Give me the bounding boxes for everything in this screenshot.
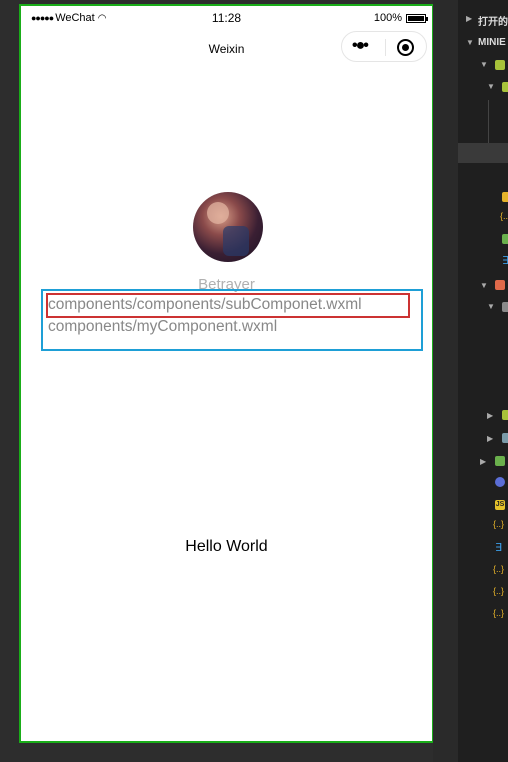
js-file-icon[interactable]: JS [495, 500, 505, 510]
folder-icon[interactable] [502, 302, 508, 312]
status-bar: ●●●●● WeChat ◠ 11:28 100% [21, 6, 432, 30]
clock: 11:28 [211, 11, 242, 25]
circle-file-icon[interactable] [495, 477, 505, 487]
user-avatar[interactable] [193, 192, 263, 262]
folder-icon[interactable] [495, 60, 505, 70]
battery-group: 100% [373, 12, 428, 24]
file-explorer: ▶ 打开的 ▼ MINIE ▼ ▼ {..} ∃ ▼ ▼ ▶ ▶ ▶ JS {.… [458, 0, 508, 762]
folder-icon[interactable] [502, 410, 508, 420]
component-highlight-inner [46, 293, 410, 318]
battery-icon [406, 13, 428, 23]
open-editors-label: 打开的 [478, 17, 508, 28]
chevron-right-icon[interactable]: ▶ [480, 457, 486, 466]
folder-icon[interactable] [495, 280, 505, 290]
folder-icon[interactable] [502, 433, 508, 443]
hello-text: Hello World [185, 538, 268, 555]
more-dots-icon[interactable]: •●• [352, 37, 369, 55]
simulator-screen: ●●●●● WeChat ◠ 11:28 100% Weixin •●• Bet… [19, 4, 434, 743]
chevron-down-icon[interactable]: ▼ [487, 82, 495, 91]
wxml-file-icon[interactable] [502, 234, 508, 244]
json-file-icon[interactable]: {..} [493, 608, 504, 618]
open-editors-header[interactable]: ▶ 打开的 [458, 12, 508, 30]
json-file-icon[interactable]: {..} [493, 564, 504, 574]
css-file-icon[interactable]: ∃ [495, 541, 502, 554]
chevron-down-icon[interactable]: ▼ [487, 302, 495, 311]
panel-divider[interactable] [433, 0, 458, 762]
file-icon[interactable] [502, 192, 508, 202]
json-file-icon[interactable]: {..} [493, 586, 504, 596]
chevron-down-icon[interactable]: ▼ [480, 281, 488, 290]
folder-icon[interactable] [502, 82, 508, 92]
chevron-right-icon[interactable]: ▶ [487, 411, 493, 420]
record-close-icon[interactable] [397, 39, 414, 56]
project-header[interactable]: ▼ MINIE [458, 36, 508, 54]
json-file-icon[interactable]: {..} [500, 211, 508, 221]
chevron-right-icon: ▶ [466, 14, 473, 23]
chevron-right-icon[interactable]: ▶ [487, 434, 493, 443]
chevron-down-icon[interactable]: ▼ [480, 60, 488, 69]
component-path-line: components/myComponent.wxml [48, 318, 278, 335]
css-file-icon[interactable]: ∃ [502, 254, 508, 267]
menu-capsule: •●• [341, 31, 427, 62]
capsule-divider [385, 39, 386, 56]
battery-percent: 100% [373, 12, 402, 24]
selected-file-row[interactable] [458, 143, 508, 163]
chevron-down-icon: ▼ [466, 38, 474, 47]
project-label: MINIE [478, 37, 506, 48]
folder-icon[interactable] [495, 456, 505, 466]
json-file-icon[interactable]: {..} [493, 519, 504, 529]
